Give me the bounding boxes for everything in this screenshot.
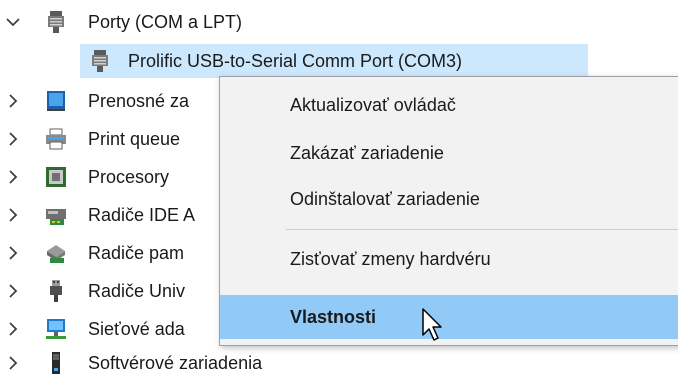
chevron-right-icon[interactable] (4, 92, 22, 110)
ide-controller-icon (46, 209, 66, 225)
processor-icon (46, 167, 66, 187)
chevron-right-icon[interactable] (4, 168, 22, 186)
chevron-down-icon[interactable] (4, 13, 22, 31)
tree-category-label: Radiče pam (88, 243, 185, 263)
chevron-right-icon[interactable] (4, 130, 22, 148)
software-device-icon (52, 352, 60, 374)
tree-category-label: Print queue (88, 129, 181, 149)
menu-item-uninstall-device[interactable]: Odinštalovať zariadenie (220, 177, 678, 221)
menu-item-label: Vlastnosti (290, 307, 377, 327)
chevron-right-icon[interactable] (4, 206, 22, 224)
tree-category-label: Prenosné za (88, 91, 190, 111)
menu-item-update-driver[interactable]: Aktualizovať ovládač (220, 83, 678, 127)
tree-category-software-devices[interactable]: Softvérové zariadenia (0, 346, 678, 380)
tree-category-label: Procesory (88, 167, 170, 187)
chevron-right-icon[interactable] (4, 244, 22, 262)
mouse-pointer-icon (422, 308, 442, 341)
tree-category-label: Softvérové zariadenia (88, 353, 263, 373)
tree-item-label: Prolific USB-to-Serial Comm Port (COM3) (128, 51, 463, 71)
device-manager-view: Porty (COM a LPT) Prolific USB-to-Serial… (0, 0, 678, 380)
tree-category-ports[interactable]: Porty (COM a LPT) (0, 5, 678, 39)
port-connector-icon (48, 11, 64, 33)
context-menu: Aktualizovať ovládač Zakázať zariadenie … (219, 76, 678, 346)
menu-item-properties[interactable]: Vlastnosti (220, 295, 678, 339)
menu-item-disable-device[interactable]: Zakázať zariadenie (220, 131, 678, 175)
menu-item-label: Zakázať zariadenie (290, 143, 444, 163)
menu-separator (286, 229, 678, 230)
port-connector-icon (92, 50, 108, 72)
network-adapter-icon (46, 319, 66, 339)
tree-category-label: Porty (COM a LPT) (88, 12, 243, 32)
tree-item-prolific-port[interactable]: Prolific USB-to-Serial Comm Port (COM3) (0, 44, 678, 78)
tree-category-label: Sieťové ada (88, 319, 185, 339)
storage-controller-icon (47, 245, 65, 263)
usb-controller-icon (50, 280, 62, 302)
menu-item-label: Odinštalovať zariadenie (290, 189, 480, 209)
chevron-right-icon[interactable] (4, 354, 22, 372)
menu-item-scan-hardware-changes[interactable]: Zisťovať zmeny hardvéru (220, 237, 678, 281)
menu-item-label: Aktualizovať ovládač (290, 95, 456, 115)
tree-category-label: Radiče IDE A (88, 205, 196, 225)
printer-icon (46, 128, 66, 150)
portable-device-icon (47, 91, 65, 111)
tree-category-label: Radiče Univ (88, 281, 186, 301)
menu-item-label: Zisťovať zmeny hardvéru (290, 249, 491, 269)
chevron-right-icon[interactable] (4, 320, 22, 338)
chevron-right-icon[interactable] (4, 282, 22, 300)
